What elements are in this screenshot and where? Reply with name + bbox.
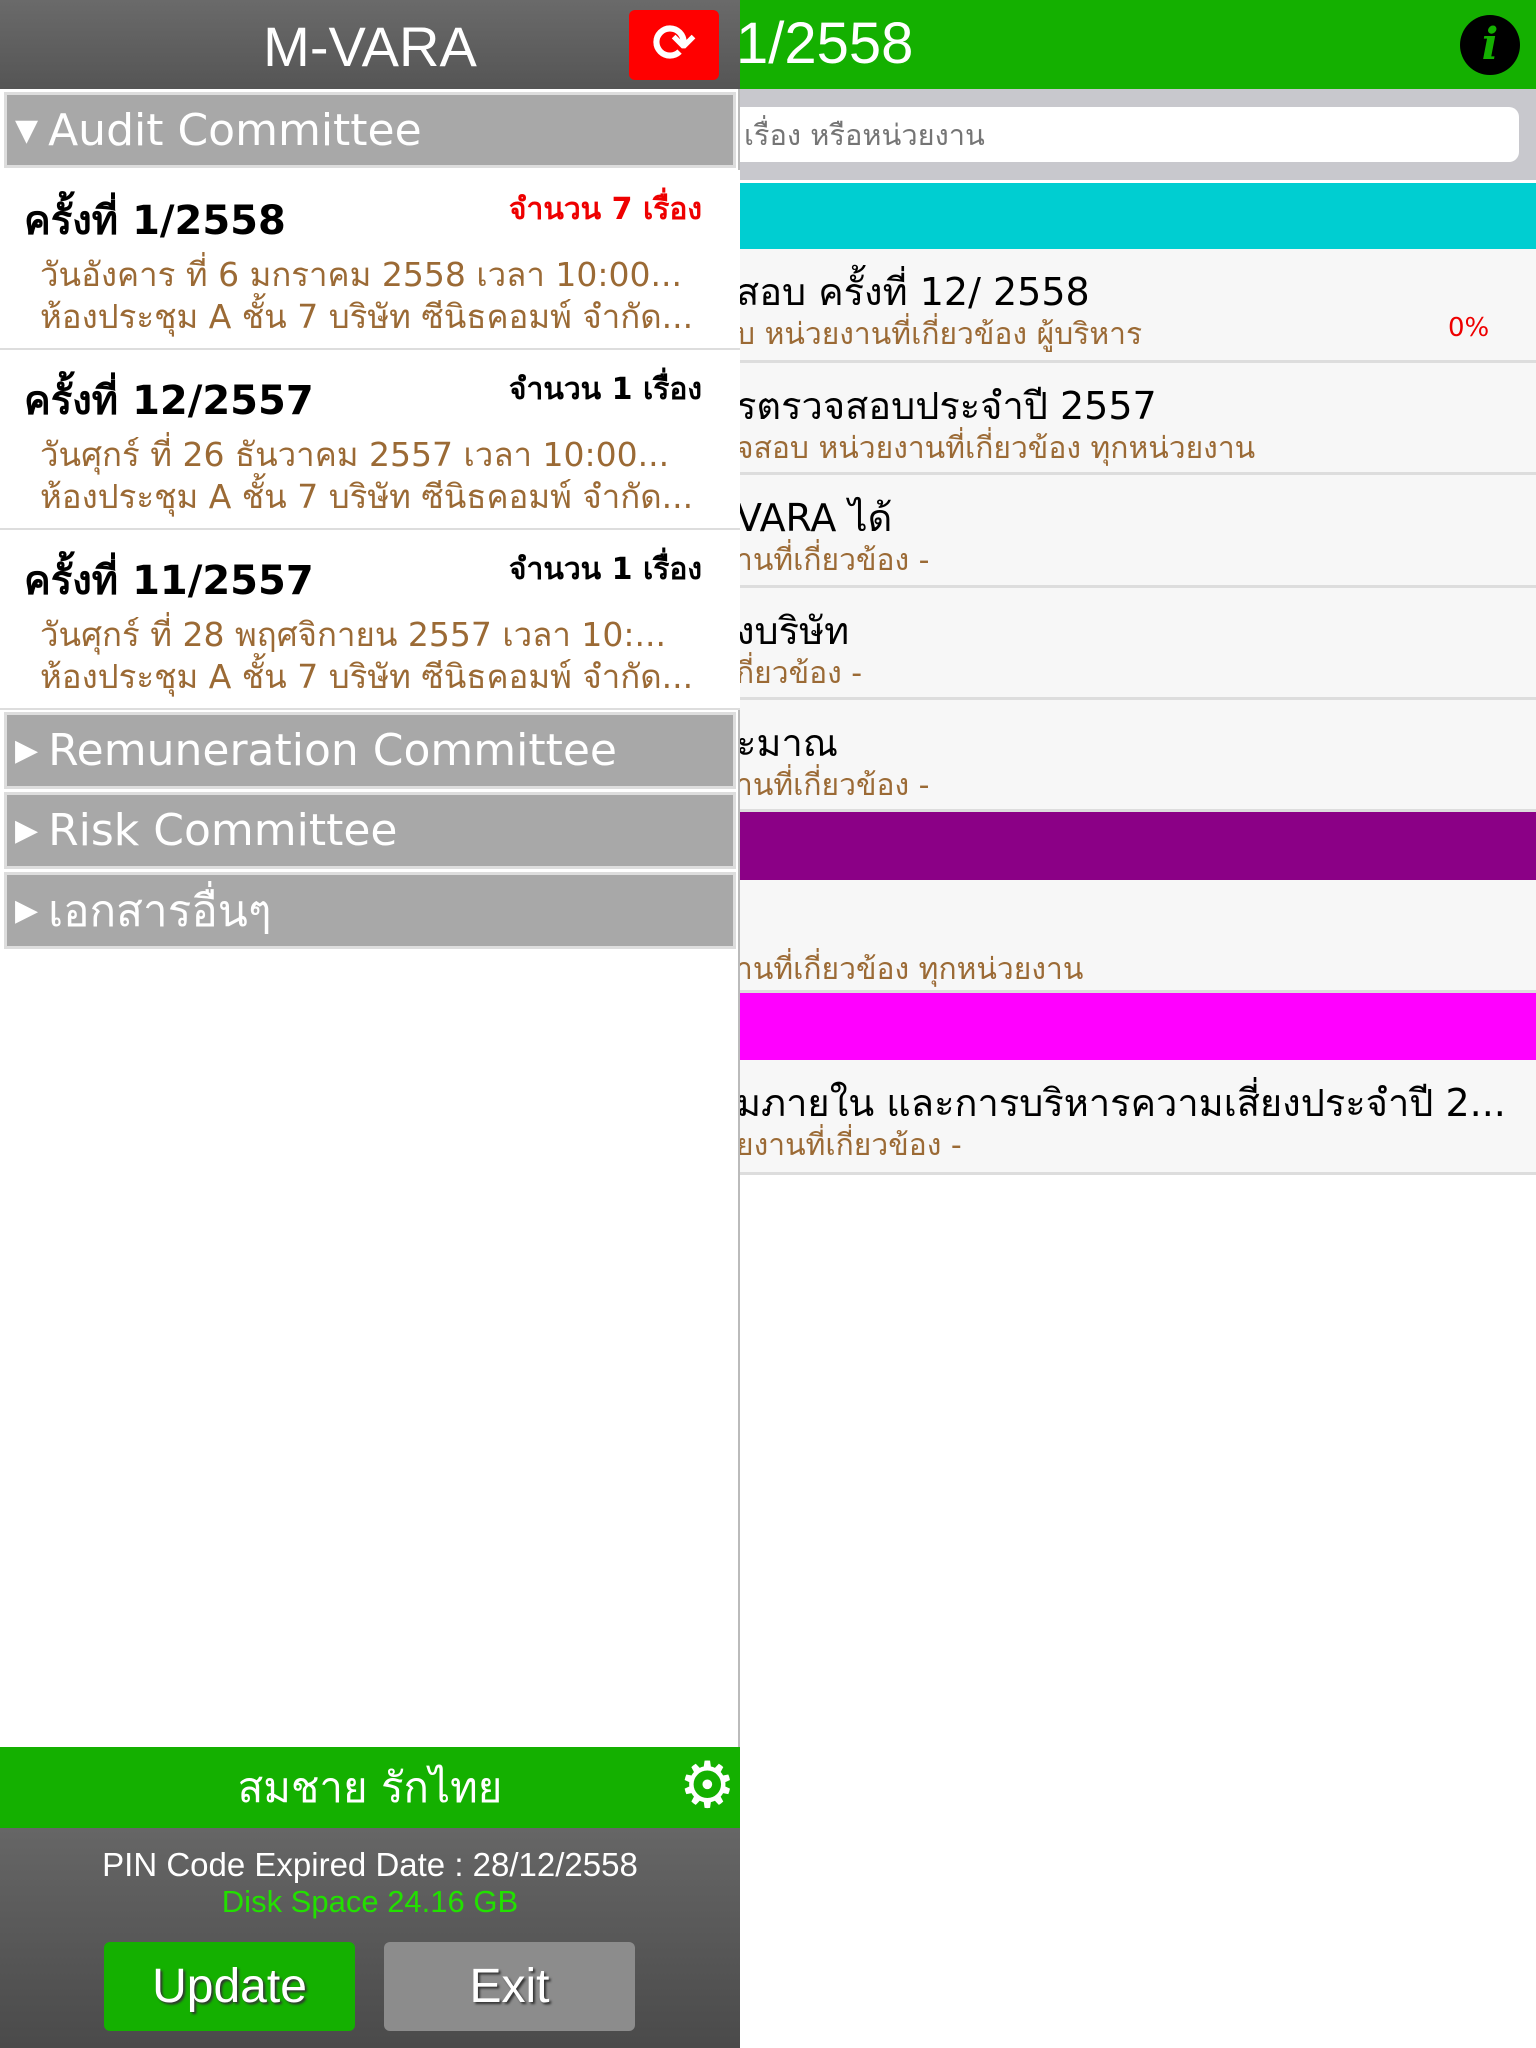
update-button[interactable]: Update [104, 1942, 355, 2031]
exit-button[interactable]: Exit [384, 1942, 635, 2031]
refresh-icon: ⟳ [652, 14, 696, 74]
section-other-documents[interactable]: ▶ เอกสารอื่นๆ [4, 872, 736, 949]
meeting-count: จำนวน 1 เรื่อง [508, 552, 702, 587]
meeting-place: ห้องประชุม A ชั้น 7 บริษัท ซีนิธคอมพ์ จำ… [40, 297, 694, 336]
footer: PIN Code Expired Date : 28/12/2558 Disk … [0, 1828, 740, 2048]
meeting-place: ห้องประชุม A ชั้น 7 บริษัท ซีนิธคอมพ์ จำ… [40, 477, 694, 516]
meeting-name: ครั้งที่ 12/2557 [24, 378, 314, 424]
section-label: เอกสารอื่นๆ [48, 885, 272, 937]
user-name: สมชาย รักไทย [237, 1763, 503, 1812]
agenda-row-sub: จสอบ หน่วยงานที่เกี่ยวข้อง ทุกหน่วยงาน [736, 431, 1256, 466]
search-input[interactable] [700, 107, 1519, 162]
meeting-name: ครั้งที่ 1/2558 [24, 198, 286, 244]
agenda-row-sub: านที่เกี่ยวข้อง - [736, 543, 930, 578]
agenda-row-sub: กี่ยวข้อง - [736, 656, 863, 691]
meeting-item[interactable]: ครั้งที่ 12/2557 จำนวน 1 เรื่อง วันศุกร์… [0, 350, 740, 530]
section-label: Remuneration Committee [48, 725, 618, 776]
chevron-right-icon: ▶ [15, 813, 39, 848]
section-label: Audit Committee [48, 104, 422, 156]
pin-expired-date: PIN Code Expired Date : 28/12/2558 [102, 1846, 638, 1883]
chevron-down-icon: ▼ [15, 112, 39, 148]
agenda-row-sub: ยงานที่เกี่ยวข้อง - [736, 1128, 962, 1163]
meeting-name: ครั้งที่ 11/2557 [24, 558, 314, 604]
agenda-title: 1/2558 [736, 11, 914, 76]
user-bar: สมชาย รักไทย ⚙ [0, 1747, 740, 1828]
app-header: M-VARA ⟳ [0, 0, 740, 89]
agenda-row-sub: านที่เกี่ยวข้อง - [736, 768, 930, 803]
disk-space: Disk Space 24.16 GB [221, 1884, 519, 1919]
section-label: Risk Committee [48, 805, 398, 856]
info-icon[interactable]: i [1460, 15, 1520, 75]
progress-label: 0% [1448, 313, 1490, 343]
meeting-item[interactable]: ครั้งที่ 1/2558 จำนวน 7 เรื่อง วันอังคาร… [0, 170, 740, 350]
meeting-count: จำนวน 1 เรื่อง [508, 372, 702, 407]
refresh-button[interactable]: ⟳ [629, 10, 719, 80]
section-risk-committee[interactable]: ▶ Risk Committee [4, 792, 736, 869]
chevron-right-icon: ▶ [15, 733, 39, 768]
chevron-right-icon: ▶ [15, 893, 39, 928]
agenda-row-sub: บ หน่วยงานที่เกี่ยวข้อง ผู้บริหาร [736, 317, 1143, 352]
gear-icon[interactable]: ⚙ [679, 1751, 736, 1821]
side-menu: M-VARA ⟳ ▼ Audit Committee ครั้งที่ 1/255… [0, 0, 740, 2048]
meeting-count: จำนวน 7 เรื่อง [508, 192, 702, 227]
section-remuneration-committee[interactable]: ▶ Remuneration Committee [4, 712, 736, 789]
meeting-item[interactable]: ครั้งที่ 11/2557 จำนวน 1 เรื่อง วันศุกร์… [0, 530, 740, 710]
section-audit-committee[interactable]: ▼ Audit Committee [4, 92, 736, 168]
meeting-place: ห้องประชุม A ชั้น 7 บริษัท ซีนิธคอมพ์ จำ… [40, 657, 694, 696]
agenda-row-sub: านที่เกี่ยวข้อง ทุกหน่วยงาน [736, 952, 1084, 987]
